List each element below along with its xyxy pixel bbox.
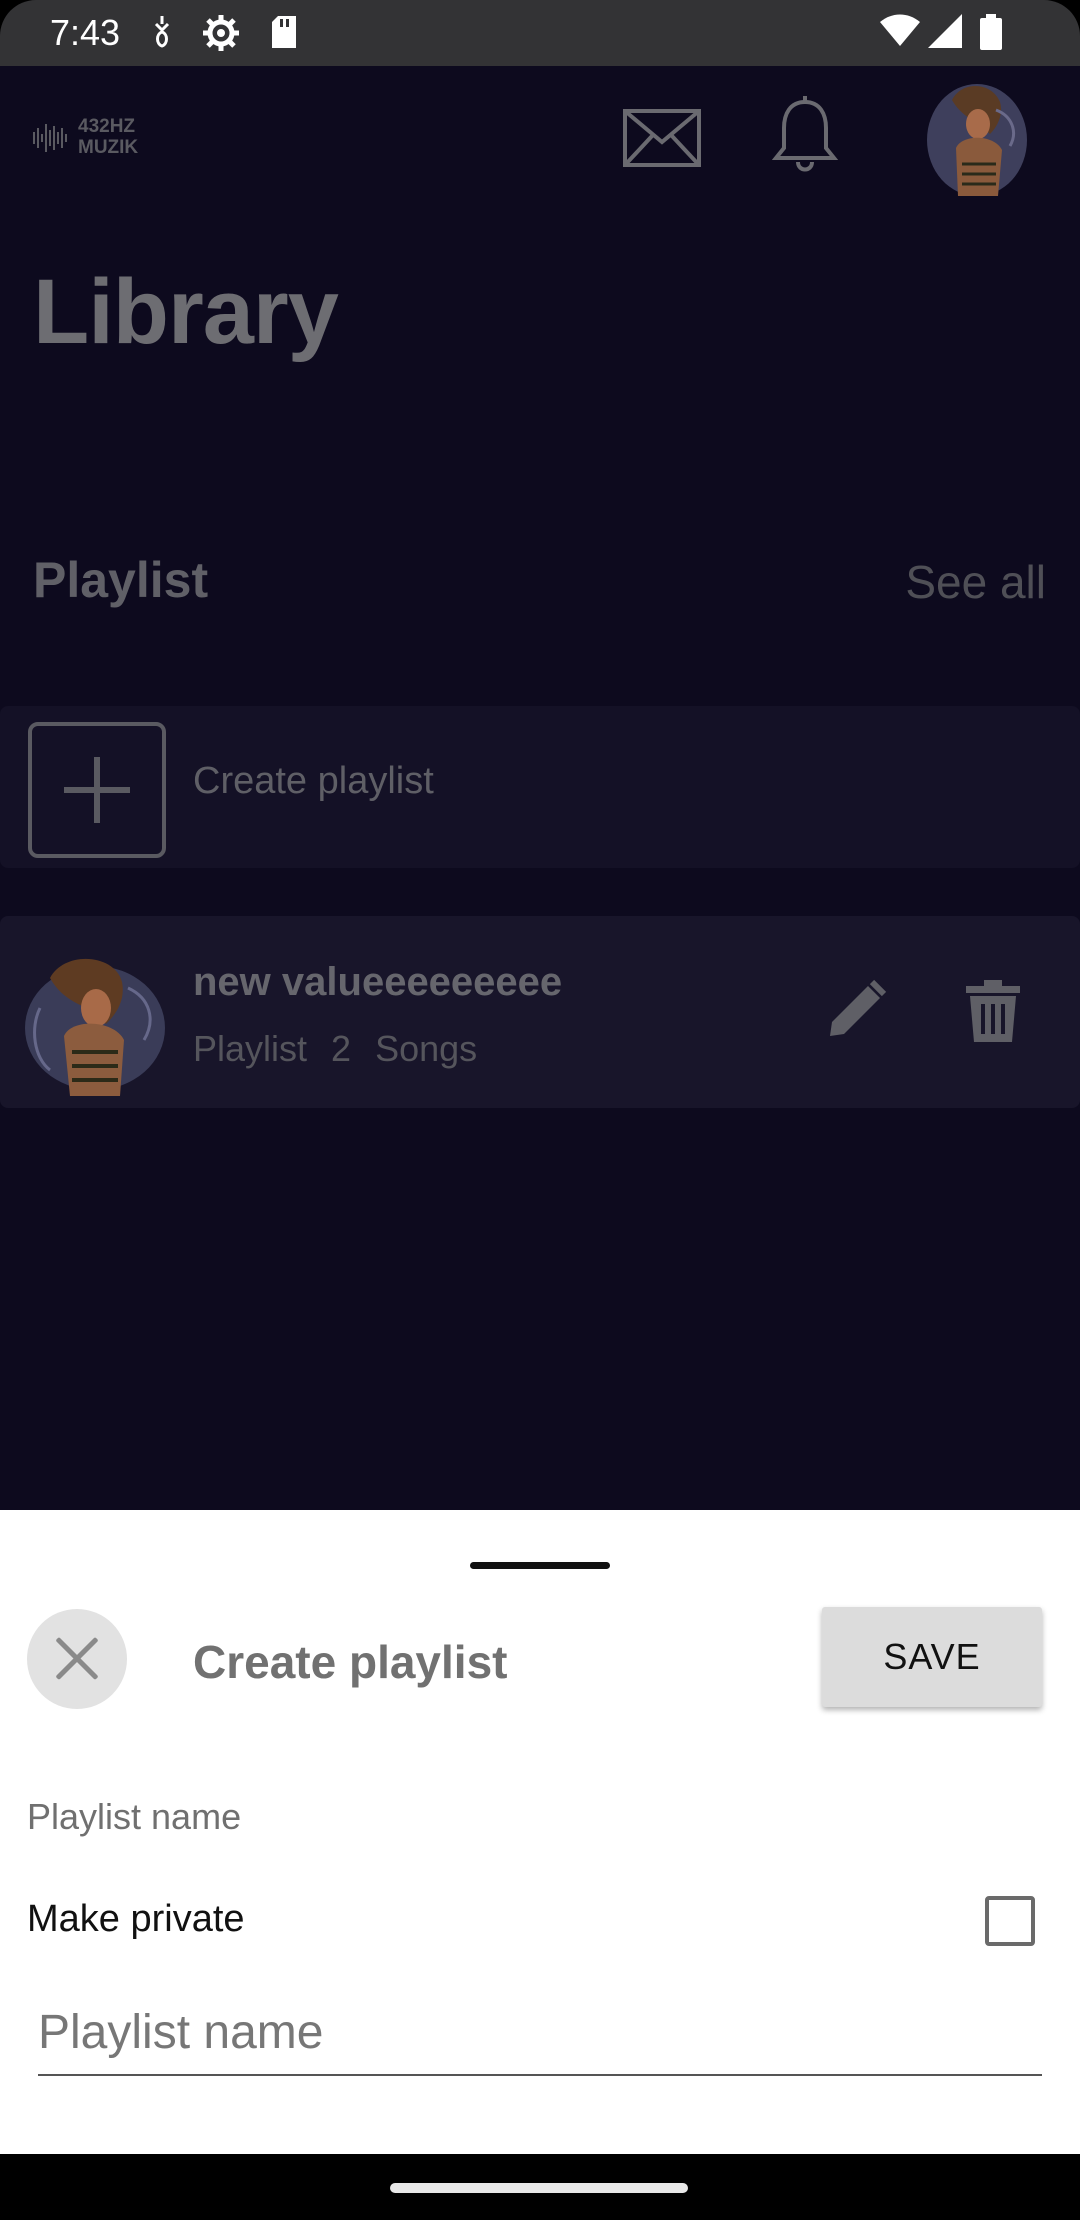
bell-icon[interactable] xyxy=(770,96,840,176)
library-screen: 432HZ MUZIK Library Playlist See all Cre… xyxy=(0,66,1080,1510)
playlist-thumbnail xyxy=(25,958,165,1096)
page-title: Library xyxy=(33,261,339,363)
save-button[interactable]: SAVE xyxy=(822,1607,1042,1707)
playlist-type: Playlist xyxy=(193,1028,308,1069)
playlist-section-title: Playlist xyxy=(33,552,209,608)
system-nav-bar xyxy=(0,2154,1080,2220)
sheet-drag-handle[interactable] xyxy=(470,1562,610,1569)
plus-icon xyxy=(28,722,166,858)
sd-card-icon xyxy=(272,16,296,48)
edit-pencil-icon[interactable] xyxy=(824,978,888,1042)
playlist-name: new valueeeeeeeee xyxy=(193,960,563,1004)
playlist-song-unit: Songs xyxy=(375,1028,478,1069)
see-all-link[interactable]: See all xyxy=(905,555,1046,609)
playlist-song-count: 2 xyxy=(331,1028,352,1069)
playlist-name-input[interactable] xyxy=(38,1990,1042,2076)
status-time: 7:43 xyxy=(50,12,121,53)
delete-trash-icon[interactable] xyxy=(966,980,1020,1042)
battery-icon xyxy=(980,14,1002,50)
signal-icon xyxy=(928,14,962,48)
create-playlist-label: Create playlist xyxy=(193,760,434,802)
mail-icon[interactable] xyxy=(622,108,702,168)
playlist-name-label: Playlist name xyxy=(27,1796,242,1837)
home-gesture-handle[interactable] xyxy=(390,2183,688,2193)
location-pin-icon xyxy=(154,16,170,48)
create-playlist-row[interactable]: Create playlist xyxy=(0,706,1080,868)
app-logo: 432HZ MUZIK xyxy=(32,116,172,160)
make-private-label: Make private xyxy=(27,1898,245,1940)
profile-avatar[interactable] xyxy=(912,70,1042,200)
playlist-meta: Playlist 2 Songs xyxy=(193,1028,501,1070)
settings-gear-icon xyxy=(203,15,239,51)
sheet-title: Create playlist xyxy=(193,1636,508,1688)
create-playlist-sheet: Create playlist SAVE Playlist name Make … xyxy=(0,1510,1080,2154)
close-button[interactable] xyxy=(27,1609,127,1709)
wifi-icon xyxy=(880,14,920,46)
status-bar: 7:43 xyxy=(0,0,1080,66)
playlist-item[interactable]: new valueeeeeeeee Playlist 2 Songs xyxy=(0,916,1080,1108)
make-private-checkbox[interactable] xyxy=(985,1896,1035,1946)
logo-text: 432HZ MUZIK xyxy=(78,116,139,158)
